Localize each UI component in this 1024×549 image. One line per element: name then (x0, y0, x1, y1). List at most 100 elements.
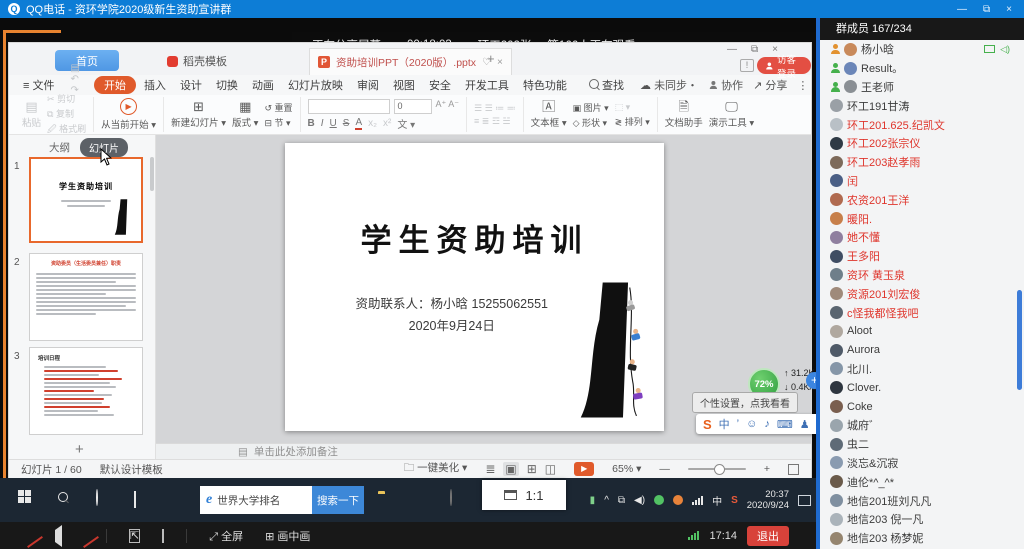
pip-button[interactable]: ⊞ 画中画 (265, 528, 310, 544)
beautify-button[interactable]: 🗀 一键美化 ▾ (404, 460, 468, 478)
menu-tab-7[interactable]: 视图 (387, 76, 421, 94)
member-row-19[interactable]: Coke (820, 397, 1024, 416)
member-row-20[interactable]: 城府゛ (820, 416, 1024, 435)
keyboard-icon[interactable]: ⌨ (777, 418, 793, 431)
new-slide-button[interactable]: ⊞新建幻灯片 ▾ (171, 100, 226, 129)
slide-thumbnail-2[interactable]: 资助委员（生活委员兼任）职责 (29, 253, 143, 341)
menu-tab-8[interactable]: 安全 (423, 76, 457, 94)
member-row-24[interactable]: 地信201班刘凡凡 (820, 491, 1024, 510)
ratio-popup[interactable]: 1:1 (482, 480, 566, 510)
fullscreen-button[interactable]: ⤢ 全屏 (209, 528, 243, 544)
speaker-icon[interactable] (50, 530, 62, 542)
zoom-level[interactable]: 65% ▾ (612, 463, 641, 475)
zoom-in-button[interactable]: + (764, 463, 770, 475)
member-row-9[interactable]: 暖阳. (820, 209, 1024, 228)
menu-find[interactable]: 查找 (583, 76, 630, 94)
member-row-17[interactable]: 北川. (820, 360, 1024, 379)
battery-icon[interactable]: ▮ (590, 495, 596, 506)
thumbnail-scrollbar[interactable] (150, 157, 154, 191)
menu-tab-6[interactable]: 审阅 (351, 76, 385, 94)
task-view-icon[interactable] (134, 492, 136, 507)
punct-icon[interactable]: ’ (737, 418, 739, 431)
sorter-view-icon[interactable]: ⊞ (527, 462, 537, 476)
taskbar-search-button[interactable]: 搜索一下 (312, 486, 364, 514)
wps-minimize-button[interactable]: — (727, 44, 737, 55)
notes-bar[interactable]: ▤ 单击此处添加备注 (156, 443, 811, 459)
qq-restore-button[interactable]: ⧉ (983, 4, 990, 15)
guest-login-button[interactable]: 访客登录 (757, 57, 811, 74)
member-row-8[interactable]: 农资201王洋 (820, 190, 1024, 209)
normal-view-icon[interactable]: ▣ (503, 462, 518, 476)
font-size-select[interactable]: 0 (394, 99, 432, 114)
member-row-5[interactable]: 环工202张宗仪 (820, 134, 1024, 153)
italic-button[interactable]: I (321, 118, 324, 129)
skin-icon[interactable]: ♟ (800, 418, 810, 431)
notification-center-icon[interactable] (798, 495, 811, 506)
underline-button[interactable]: U (330, 118, 337, 129)
qq-minimize-button[interactable]: — (957, 4, 967, 15)
warning-badge[interactable]: ! (740, 59, 754, 72)
menu-tab-10[interactable]: 特色功能 (517, 76, 573, 94)
add-slide-button[interactable]: + (75, 441, 84, 458)
superscript-button[interactable]: x² (383, 118, 391, 129)
mic-icon[interactable]: ♪ (764, 418, 770, 431)
sync-status[interactable]: ☁ 未同步・ (640, 77, 698, 93)
qq-tray-icon[interactable] (673, 495, 683, 505)
slide-thumbnail-1[interactable]: 学生资助培训 (29, 157, 143, 243)
wechat-tray-icon[interactable] (654, 495, 664, 505)
presentation-tools-button[interactable]: 🖵演示工具 ▾ (709, 100, 754, 129)
member-row-0[interactable]: 杨小晗◁) (820, 40, 1024, 59)
share-button[interactable]: ↗ 分享 (753, 77, 787, 93)
taskbar-search-box[interactable]: e 世界大学排名 (200, 486, 312, 514)
reset-button[interactable]: ↺ 重置 (264, 101, 292, 114)
slideshow-button[interactable]: ▶ (574, 462, 594, 476)
display-tray-icon[interactable]: ⧉ (618, 495, 625, 506)
volume-tray-icon[interactable]: ◀) (634, 495, 645, 506)
picture-button[interactable]: ▣ 图片 ▾ (573, 101, 609, 114)
menu-tab-4[interactable]: 动画 (246, 76, 280, 94)
tab-docer-templates[interactable]: 稻壳模板 (167, 53, 227, 69)
app-dark-icon[interactable] (450, 490, 452, 505)
emoji-icon[interactable]: ☺ (746, 418, 757, 431)
tab-outline[interactable]: 大纲 (49, 140, 70, 155)
hidden-icons-chevron[interactable]: ^ (604, 495, 609, 506)
fit-screen-icon[interactable] (788, 464, 799, 475)
textbox-button[interactable]: 🄰文本框 ▾ (531, 100, 567, 129)
member-row-10[interactable]: 她不懂 (820, 228, 1024, 247)
member-row-7[interactable]: 闰 (820, 172, 1024, 191)
network-tray-icon[interactable] (692, 496, 703, 505)
increase-font-icon[interactable]: A⁺ A⁻ (436, 99, 460, 114)
placeholder-button[interactable]: ⬚ ▾ (615, 102, 650, 113)
member-row-25[interactable]: 地信203 倪一凡 (820, 510, 1024, 529)
sogou-logo-icon[interactable]: S (703, 417, 712, 432)
member-row-12[interactable]: 资环 黄玉泉 (820, 266, 1024, 285)
member-row-3[interactable]: 环工191甘涛 (820, 96, 1024, 115)
bullet-list-icon[interactable]: ☰ ☰ ≔ ≕ (474, 103, 516, 114)
exit-share-button[interactable]: 退出 (747, 526, 789, 546)
reading-view-icon[interactable]: ◫ (545, 462, 556, 476)
member-row-4[interactable]: 环工201.625.纪凯文 (820, 115, 1024, 134)
bold-button[interactable]: B (308, 118, 315, 129)
slide-thumbnail-3[interactable]: 培训日程 (29, 347, 143, 435)
member-row-21[interactable]: 虫二 (820, 435, 1024, 454)
notes-view-icon[interactable]: ≣ (485, 462, 495, 476)
tray-clock[interactable]: 20:372020/9/24 (747, 489, 789, 511)
shapes-button[interactable]: ◇ 形状 ▾ (573, 116, 609, 129)
cut-button[interactable]: ✂ 剪切 (47, 92, 86, 105)
ime-cn-icon[interactable]: 中 (719, 416, 730, 432)
tab-wps-home[interactable]: 首页 (55, 50, 119, 71)
member-row-23[interactable]: 迪伦*^_^* (820, 472, 1024, 491)
member-row-14[interactable]: c怪我都怪我吧 (820, 303, 1024, 322)
section-button[interactable]: ⊟ 节 ▾ (264, 116, 292, 129)
qq-close-button[interactable]: × (1006, 4, 1012, 15)
member-row-26[interactable]: 地信203 杨梦妮 (820, 529, 1024, 548)
menu-tab-3[interactable]: 切换 (210, 76, 244, 94)
member-row-6[interactable]: 环工203赵孝雨 (820, 153, 1024, 172)
ime-tray-icon[interactable]: 中 (712, 493, 722, 508)
wps-restore-button[interactable]: ⧉ (751, 44, 758, 55)
tab-document[interactable]: P 资助培训PPT（2020版）.pptx ♡ × (309, 48, 512, 75)
menu-tab-9[interactable]: 开发工具 (459, 76, 515, 94)
text-effects-button[interactable]: 文 ▾ (397, 116, 415, 131)
close-tab-icon[interactable]: × (497, 57, 503, 68)
screen-share-icon[interactable]: ⇱ (129, 529, 140, 542)
